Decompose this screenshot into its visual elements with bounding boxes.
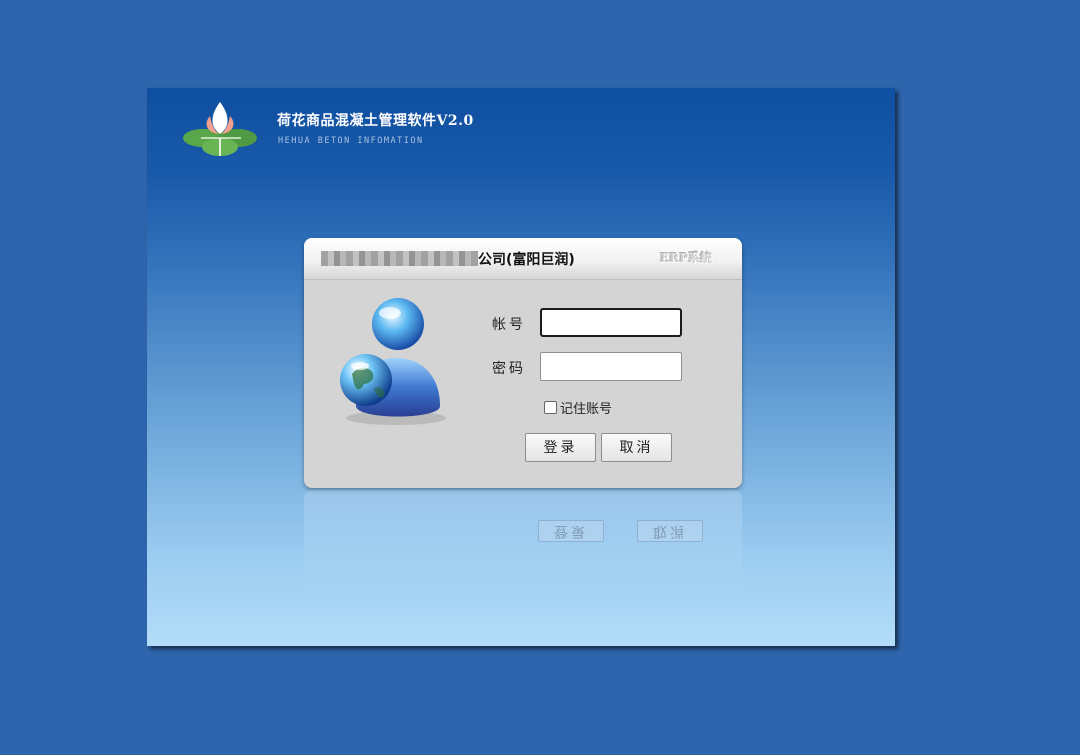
dialog-reflection: 登录 取消 [304,490,742,600]
login-dialog: 公司(富阳巨润) ERP系统 帐号 密码 记住账号 登录 取消 [304,238,742,488]
company-name: 公司(富阳巨润) [478,252,575,268]
login-window: 荷花商品混凝土管理软件V2.0 HEHUA BETON INFOMATION 公… [147,88,895,646]
account-input[interactable] [540,308,682,337]
login-button-reflection: 登录 [538,520,604,542]
remember-account[interactable]: 记住账号 [544,398,612,417]
system-label: ERP系统 [659,251,712,265]
remember-label: 记住账号 [560,402,613,417]
user-globe-icon [340,298,446,425]
account-label: 帐号 [492,317,526,333]
cancel-button[interactable]: 取消 [601,433,672,462]
password-input[interactable] [540,352,682,381]
app-title: 荷花商品混凝土管理软件V2.0 [277,113,474,129]
redacted-company-prefix [321,251,478,266]
dialog-header: 公司(富阳巨润) ERP系统 [304,238,742,280]
password-label: 密码 [492,361,526,377]
app-subtitle: HEHUA BETON INFOMATION [278,136,424,146]
remember-checkbox[interactable] [544,401,557,414]
login-button[interactable]: 登录 [525,433,596,462]
lotus-logo-icon [183,102,257,156]
cancel-button-reflection: 取消 [637,520,703,542]
